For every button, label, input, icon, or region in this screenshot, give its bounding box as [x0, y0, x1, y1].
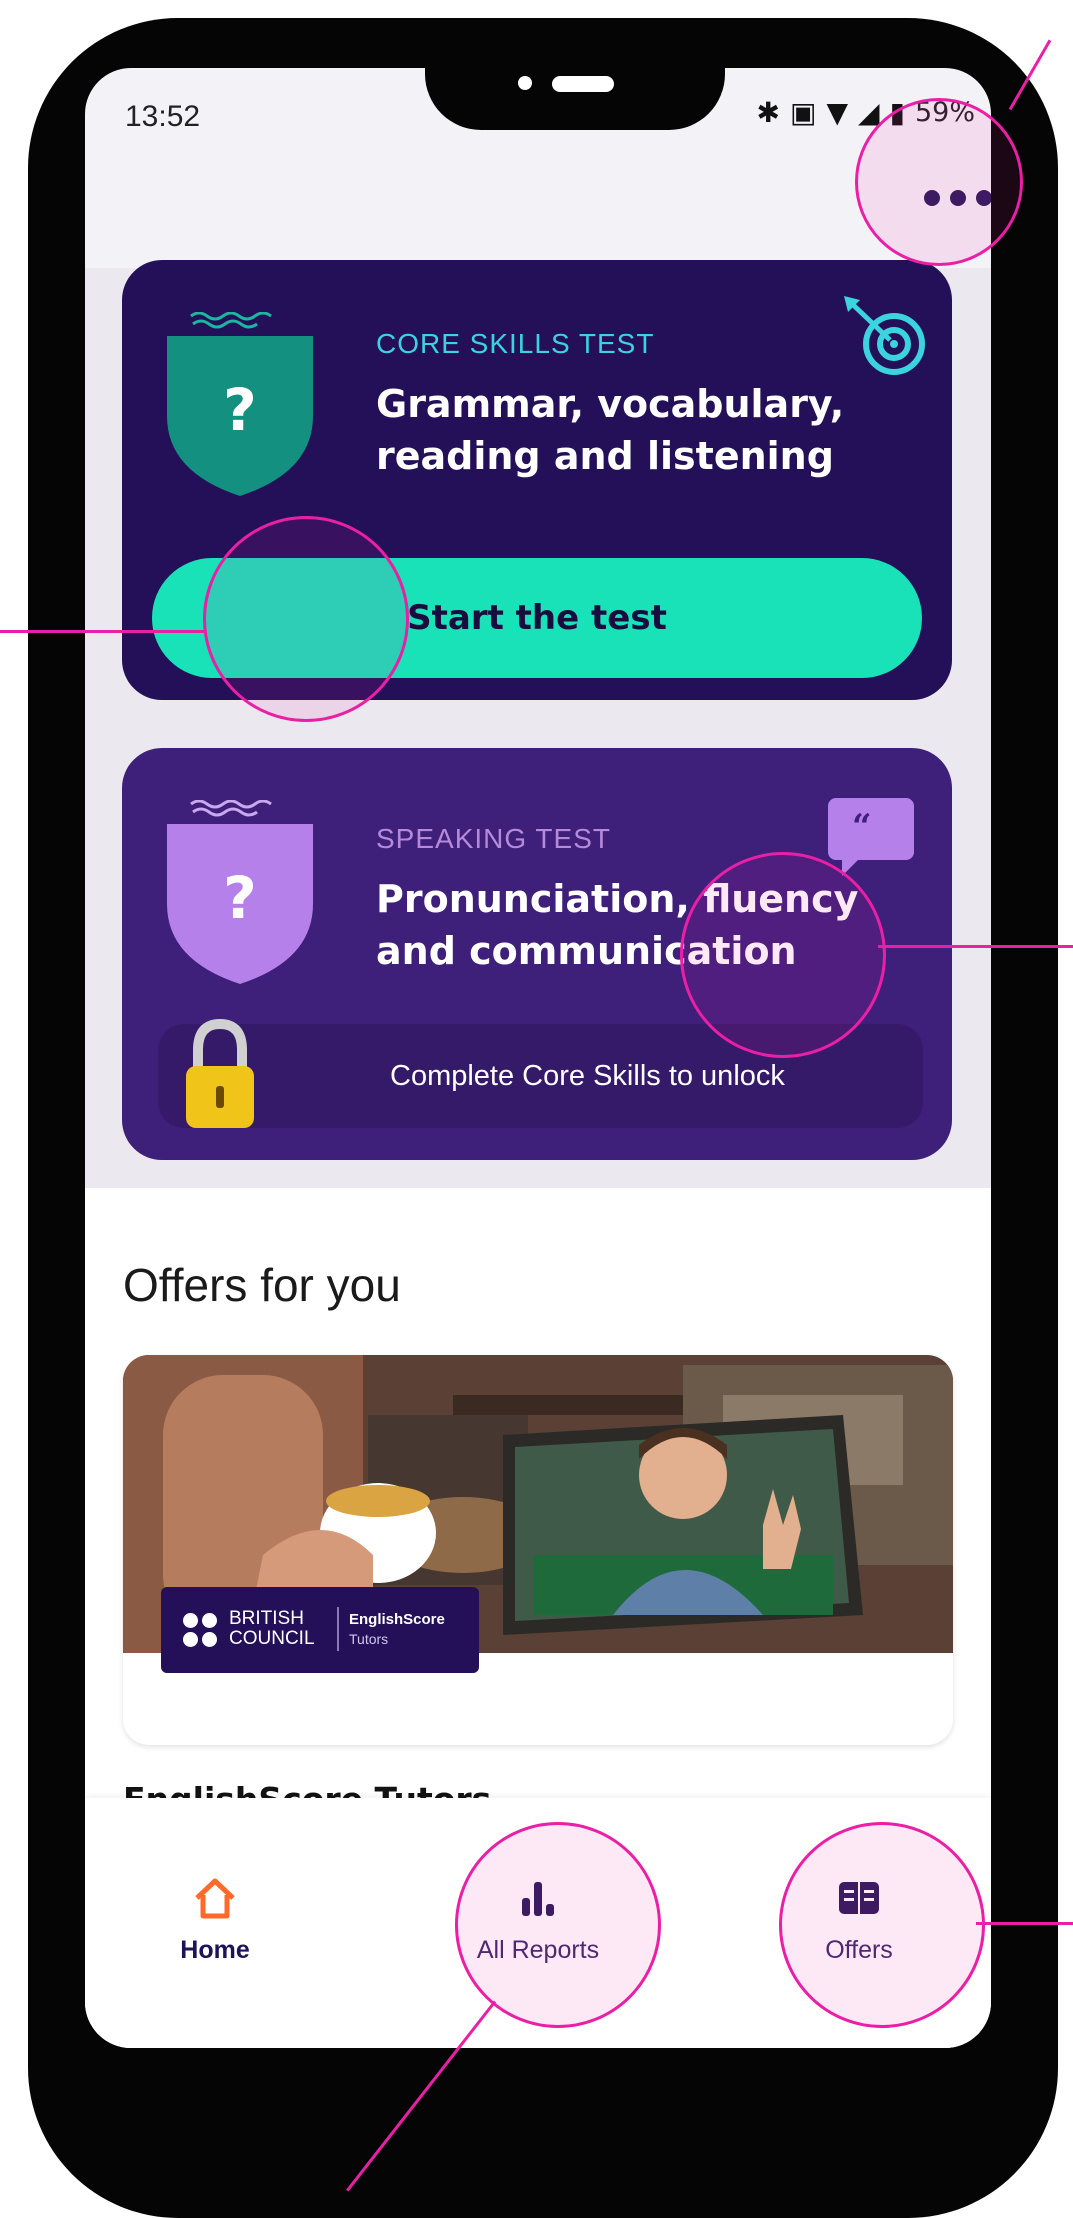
callout-start-button	[203, 516, 409, 722]
offer-card-englishscore-tutors[interactable]: BRITISH COUNCIL EnglishScore Tutors	[123, 1355, 953, 1745]
core-shield-symbol: ?	[223, 376, 257, 444]
quote-icon: “	[828, 798, 914, 876]
logo-org-line1: BRITISH	[229, 1608, 304, 1629]
callout-line-speaking	[878, 945, 1073, 948]
core-shield-icon: ?	[167, 312, 313, 496]
callout-speaking-card	[680, 852, 886, 1058]
offers-heading: Offers for you	[123, 1259, 401, 1311]
british-council-logo: BRITISH COUNCIL EnglishScore Tutors	[161, 1587, 479, 1673]
callout-more-menu	[855, 98, 1023, 266]
phone-notch	[425, 18, 725, 130]
callout-offers	[779, 1822, 985, 2028]
nav-home-label: Home	[180, 1936, 250, 1964]
camera-dot	[518, 76, 532, 90]
logo-org-line2: COUNCIL	[229, 1628, 315, 1649]
app-screen: 13:52 ✱ ▣ ▼ ◢ ▮ 59% ? CORE SKILLS TEST G…	[85, 68, 991, 2048]
speaker-bar	[552, 76, 614, 92]
speaking-shield-symbol: ?	[223, 864, 257, 932]
callout-line-offers	[976, 1922, 1073, 1925]
speaking-shield-icon: ?	[167, 800, 313, 984]
british-council-dots-icon	[183, 1613, 219, 1649]
svg-text:“: “	[852, 807, 872, 847]
callout-all-reports	[455, 1822, 661, 2028]
nav-home[interactable]: Home	[105, 1876, 325, 1965]
callout-line-start	[0, 630, 206, 633]
bluetooth-icon: ✱	[756, 96, 780, 129]
british-council-wordmark: BRITISH COUNCIL	[229, 1609, 315, 1649]
logo-product: EnglishScore	[349, 1611, 445, 1628]
target-icon	[844, 296, 925, 375]
vibrate-icon: ▣	[790, 96, 817, 129]
speaking-eyebrow: SPEAKING TEST	[376, 823, 611, 854]
logo-product-sub: Tutors	[349, 1631, 389, 1647]
logo-divider	[337, 1607, 339, 1651]
home-icon	[195, 1878, 235, 1919]
core-skills-title: Grammar, vocabulary, reading and listeni…	[376, 382, 845, 478]
status-time: 13:52	[125, 100, 201, 133]
core-skills-eyebrow: CORE SKILLS TEST	[376, 328, 655, 359]
wifi-icon: ▼	[826, 96, 849, 129]
lock-icon	[186, 1018, 254, 1128]
